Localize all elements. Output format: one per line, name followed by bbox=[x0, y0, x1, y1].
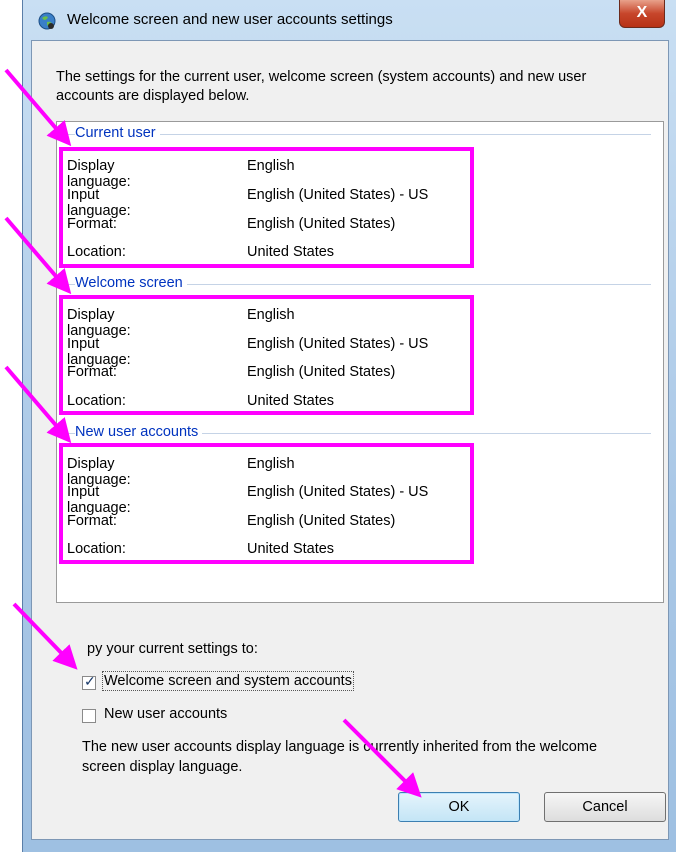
cancel-button[interactable]: Cancel bbox=[544, 792, 666, 822]
group-title-welcome-screen: Welcome screen bbox=[75, 275, 187, 291]
highlight-box-current-user bbox=[59, 147, 474, 268]
group-title-new-user-accounts: New user accounts bbox=[75, 424, 203, 440]
copy-settings-label: py your current settings to: bbox=[87, 641, 258, 657]
highlight-box-new-user-accounts bbox=[59, 443, 474, 564]
highlight-box-welcome-screen bbox=[59, 295, 474, 415]
intro-text: The settings for the current user, welco… bbox=[56, 69, 587, 104]
inheritance-note: The new user accounts display language i… bbox=[82, 739, 598, 775]
close-icon: X bbox=[636, 4, 648, 21]
ok-button[interactable]: OK bbox=[398, 792, 520, 822]
welcome-screen-checkbox-label[interactable]: Welcome screen and system accounts bbox=[102, 671, 354, 691]
title-bar[interactable]: Welcome screen and new user accounts set… bbox=[23, 0, 676, 40]
new-user-accounts-checkbox-label[interactable]: New user accounts bbox=[104, 706, 227, 722]
close-button[interactable]: X bbox=[619, 0, 665, 28]
welcome-screen-checkbox[interactable] bbox=[82, 673, 96, 690]
new-user-accounts-checkbox[interactable] bbox=[82, 709, 96, 723]
window-title: Welcome screen and new user accounts set… bbox=[67, 11, 393, 28]
globe-icon bbox=[38, 12, 56, 30]
group-title-current-user: Current user bbox=[75, 125, 160, 141]
dialog-window: Welcome screen and new user accounts set… bbox=[22, 0, 676, 852]
